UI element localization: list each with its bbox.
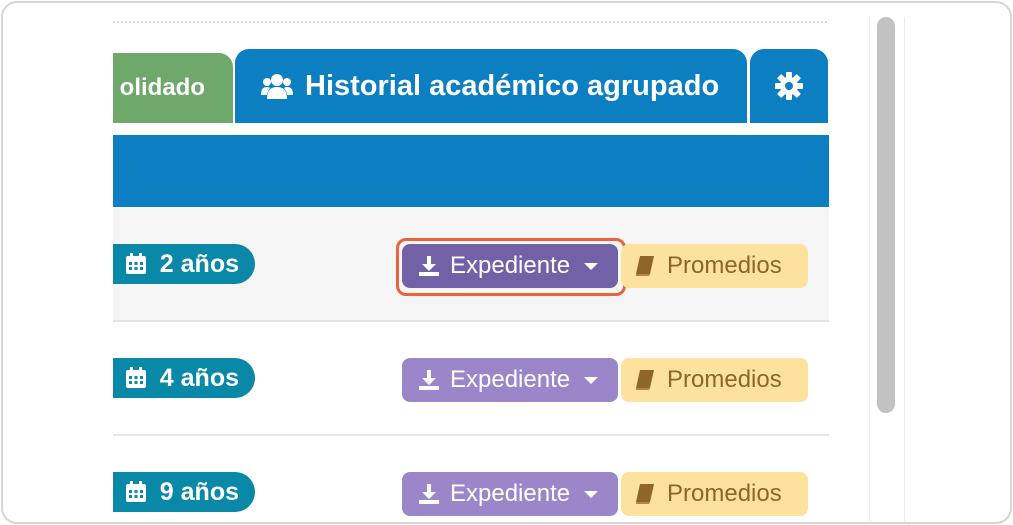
years-badge: 2 años <box>113 244 255 284</box>
expediente-dropdown-button[interactable]: Expediente <box>402 472 618 516</box>
caret-down-icon <box>584 262 599 270</box>
expediente-label: Expediente <box>450 480 571 507</box>
download-icon <box>419 484 439 504</box>
expediente-dropdown-button[interactable]: Expediente <box>402 358 618 402</box>
promedios-button[interactable]: Promedios <box>621 358 808 402</box>
users-icon <box>261 73 293 99</box>
download-icon <box>419 256 439 276</box>
records-panel: olidado Historial académico agrupado 2 a… <box>113 3 829 522</box>
tab-bar: olidado Historial académico agrupado <box>113 49 829 125</box>
calendar-icon <box>125 367 146 388</box>
promedios-label: Promedios <box>667 480 782 507</box>
promedios-label: Promedios <box>667 366 782 393</box>
tab-settings[interactable] <box>750 49 828 123</box>
book-icon <box>636 256 654 276</box>
calendar-icon <box>125 481 146 502</box>
expediente-label: Expediente <box>450 252 571 279</box>
promedios-button[interactable]: Promedios <box>621 472 808 516</box>
tab-consolidated-label: olidado <box>119 74 205 101</box>
years-label: 2 años <box>159 249 239 278</box>
caret-down-icon <box>584 376 599 384</box>
screenshot-frame: olidado Historial académico agrupado 2 a… <box>1 1 1012 524</box>
table-row: 2 años Expediente Promedios <box>113 208 829 320</box>
gear-icon <box>774 71 804 101</box>
scrollbar-thumb[interactable] <box>877 17 895 413</box>
tab-grouped-label: Historial académico agrupado <box>305 69 720 102</box>
promedios-button[interactable]: Promedios <box>621 244 808 288</box>
years-label: 9 años <box>159 477 239 506</box>
years-badge: 4 años <box>113 358 255 398</box>
promedios-label: Promedios <box>667 252 782 279</box>
expediente-dropdown-button[interactable]: Expediente <box>402 244 618 288</box>
table-row: 9 años Expediente Promedios <box>113 436 829 522</box>
table-header-bar <box>113 135 829 207</box>
years-label: 4 años <box>159 363 239 392</box>
table-row: 4 años Expediente Promedios <box>113 322 829 434</box>
tab-consolidated[interactable]: olidado <box>113 53 233 123</box>
book-icon <box>636 484 654 504</box>
divider <box>113 21 827 23</box>
calendar-icon <box>125 253 146 274</box>
tab-grouped-history[interactable]: Historial académico agrupado <box>235 49 747 123</box>
book-icon <box>636 370 654 390</box>
download-icon <box>419 370 439 390</box>
years-badge: 9 años <box>113 472 255 512</box>
caret-down-icon <box>584 490 599 498</box>
expediente-label: Expediente <box>450 366 571 393</box>
